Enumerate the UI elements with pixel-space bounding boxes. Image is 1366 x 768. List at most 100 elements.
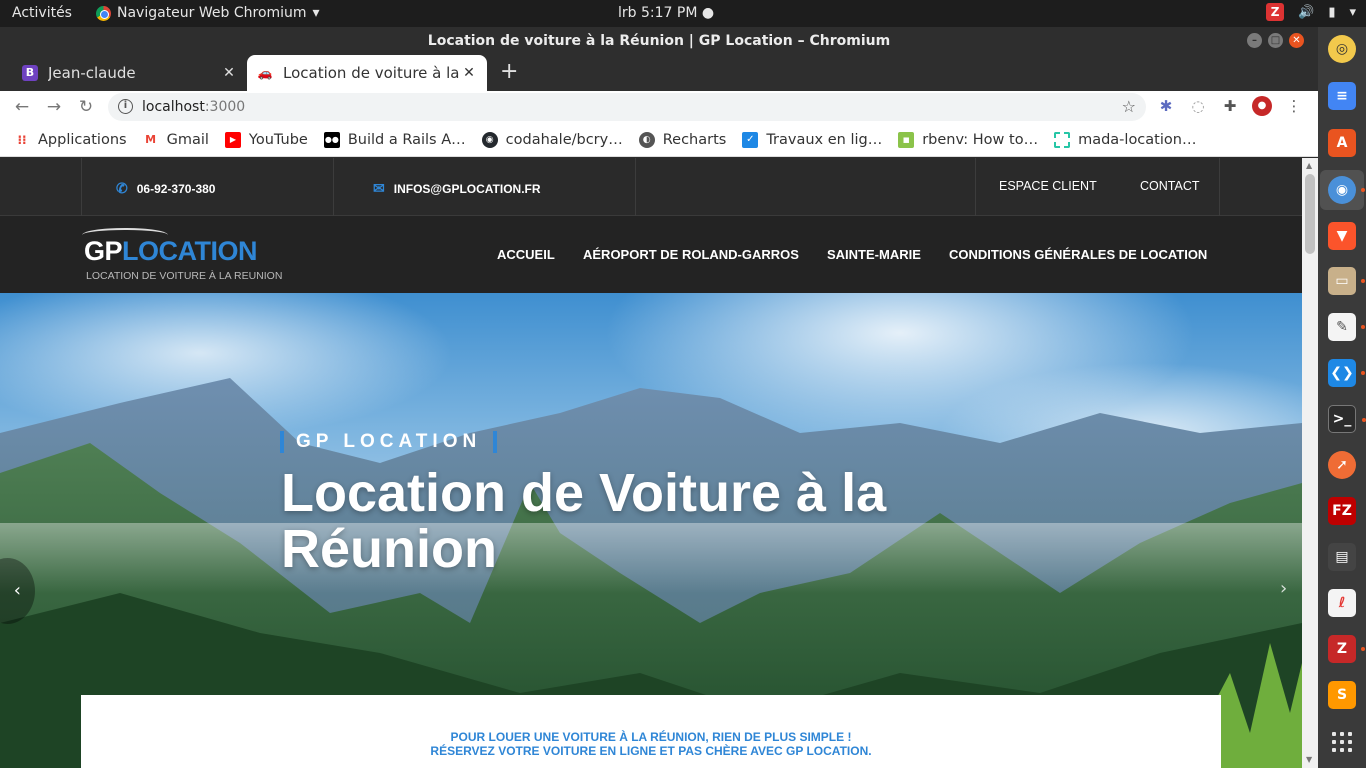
info-icon[interactable]: i [118, 99, 133, 114]
docs-icon[interactable]: ≡ [1328, 82, 1356, 110]
bookmark-applications[interactable]: ⁝⁝ Applications [14, 132, 126, 148]
globe-icon: ◐ [638, 131, 655, 148]
phone-icon: ✆ [116, 180, 128, 196]
intro-line-1: POUR LOUER UNE VOITURE À LA RÉUNION, RIE… [450, 730, 852, 744]
car-icon: 🚗 [257, 66, 273, 80]
bookmark-star-icon[interactable]: ☆ [1122, 97, 1136, 116]
bookmark-youtube[interactable]: ▶ YouTube [224, 131, 308, 148]
phone-contact[interactable]: ✆ 06-92-370-380 [116, 180, 215, 197]
tab-label: Location de voiture à la Réunion [283, 64, 461, 82]
bookmark-build-rails[interactable]: ●● Build a Rails A… [323, 131, 466, 148]
chevron-down-icon[interactable]: ▾ [1349, 5, 1356, 20]
espace-client-link[interactable]: ESPACE CLIENT [999, 179, 1097, 193]
intro-panel: POUR LOUER UNE VOITURE À LA RÉUNION, RIE… [81, 695, 1221, 768]
page-icon [1054, 131, 1071, 148]
sublime-icon[interactable]: S [1328, 681, 1356, 709]
bookmark-travaux[interactable]: ✓ Travaux en lig… [742, 131, 882, 148]
activities-button[interactable]: Activités [12, 5, 72, 21]
gmail-icon: M [145, 132, 157, 146]
bookmark-gmail[interactable]: M Gmail [143, 132, 209, 148]
files-icon[interactable]: ▭ [1328, 267, 1365, 295]
minimize-button[interactable]: – [1247, 33, 1262, 48]
tab-gp-location[interactable]: 🚗 Location de voiture à la Réunion ✕ [247, 55, 487, 91]
scroll-up-arrow[interactable]: ▲ [1306, 161, 1312, 170]
url-text[interactable]: localhost:3000 [142, 99, 245, 115]
system-tray[interactable]: Z 🔊 ▮ ▾ [1266, 3, 1356, 21]
filezilla-icon[interactable]: FZ [1328, 497, 1356, 525]
bookmark-codahale[interactable]: ◉ codahale/bcry… [481, 131, 623, 148]
chromium-icon [96, 5, 111, 21]
menu-accueil[interactable]: ACCUEIL [497, 247, 555, 262]
medium-icon: ●● [323, 131, 340, 148]
app-menu-label: Navigateur Web Chromium [117, 5, 307, 21]
ubuntu-dock: ◎ ≡ A ◉ ▼ ▭ ✎ ❮❯ >_ ➚ FZ ▤ ℓ Z S [1318, 27, 1366, 768]
battery-icon[interactable]: ▮ [1328, 5, 1335, 20]
site-navigation: GPLOCATION LOCATION DE VOITURE À LA REUN… [0, 216, 1302, 293]
close-tab-icon[interactable]: ✕ [461, 65, 477, 81]
bookmark-mada-location[interactable]: mada-location… [1054, 131, 1196, 148]
menu-conditions[interactable]: CONDITIONS GÉNÉRALES DE LOCATION [949, 247, 1207, 262]
scroll-down-arrow[interactable]: ▼ [1306, 755, 1312, 764]
brave-icon[interactable]: ▼ [1328, 222, 1356, 250]
zeal-icon[interactable]: Z [1328, 635, 1365, 663]
zeal-tray-icon[interactable]: Z [1266, 3, 1285, 21]
hero-title: Location de Voiture à la Réunion [281, 463, 887, 579]
hero-kicker: GP LOCATION [280, 431, 498, 453]
bookmarks-bar: ⁝⁝ Applications M Gmail ▶ YouTube ●● Build a… [0, 123, 1318, 157]
postman-icon[interactable]: ➚ [1328, 451, 1356, 479]
menu-sainte-marie[interactable]: SAINTE-MARIE [827, 247, 921, 262]
envelope-icon: ✉ [373, 180, 385, 196]
menu-aeroport[interactable]: AÉROPORT DE ROLAND-GARROS [583, 247, 799, 262]
app-menu[interactable]: Navigateur Web Chromium ▾ [96, 5, 320, 21]
github-icon: ◉ [481, 131, 498, 148]
text-editor-icon[interactable]: ✎ [1328, 313, 1365, 341]
new-tab-button[interactable]: + [500, 60, 518, 84]
video-editor-icon[interactable]: ▤ [1328, 543, 1356, 571]
extensions-menu-icon[interactable]: ✚ [1220, 96, 1240, 116]
window-title-bar: Location de voiture à la Réunion | GP Lo… [0, 27, 1318, 55]
address-bar[interactable]: i localhost:3000 ☆ [108, 93, 1146, 121]
browser-toolbar: ← → ↻ i localhost:3000 ☆ ✱ ◌ ✚ ● ⋮ [0, 91, 1318, 123]
reload-icon[interactable]: ↻ [76, 97, 96, 117]
tab-label: Jean-claude [48, 64, 136, 82]
flag-icon: ✓ [742, 131, 759, 148]
show-applications-icon[interactable] [1332, 732, 1352, 752]
window-title: Location de voiture à la Réunion | GP Lo… [427, 33, 891, 49]
bookmark-recharts[interactable]: ◐ Recharts [638, 131, 726, 148]
contact-link[interactable]: CONTACT [1140, 179, 1200, 193]
maximize-button[interactable]: □ [1268, 33, 1283, 48]
kebab-menu-icon[interactable]: ⋮ [1284, 96, 1304, 116]
extension-puzzle-icon[interactable]: ✱ [1156, 96, 1176, 116]
page-viewport: ✆ 06-92-370-380 ✉ INFOS@GPLOCATION.FR ES… [0, 158, 1302, 768]
chromium-icon[interactable]: ◉ [1328, 176, 1365, 204]
back-arrow-icon[interactable]: ← [12, 97, 32, 117]
scrollbar-thumb[interactable] [1305, 174, 1315, 254]
tab-jean-claude[interactable]: B Jean-claude ✕ [12, 55, 247, 91]
logo-tagline: LOCATION DE VOITURE À LA REUNION [86, 270, 283, 282]
profile-avatar[interactable]: ● [1252, 96, 1272, 116]
volume-icon[interactable]: 🔊 [1298, 5, 1314, 20]
terminal-icon[interactable]: >_ [1328, 405, 1366, 433]
extension-icon[interactable]: ◌ [1188, 96, 1208, 116]
close-tab-icon[interactable]: ✕ [221, 65, 237, 81]
tab-strip: B Jean-claude ✕ 🚗 Location de voiture à … [0, 55, 1318, 91]
bookmark-rbenv[interactable]: ▪ rbenv: How to… [898, 131, 1038, 148]
forward-arrow-icon[interactable]: → [44, 97, 64, 117]
rhythmbox-icon[interactable]: ◎ [1328, 35, 1356, 63]
apps-grid-icon: ⁝⁝ [17, 132, 27, 147]
youtube-icon: ▶ [224, 131, 241, 148]
lin-icon[interactable]: ℓ [1328, 589, 1356, 617]
system-top-bar: Activités Navigateur Web Chromium ▾ lrb … [0, 0, 1366, 27]
close-window-button[interactable]: ✕ [1289, 33, 1304, 48]
rbenv-icon: ▪ [898, 131, 915, 148]
vscode-icon[interactable]: ❮❯ [1328, 359, 1365, 387]
site-logo[interactable]: GPLOCATION LOCATION DE VOITURE À LA REUN… [80, 228, 310, 282]
intro-line-2: RÉSERVEZ VOTRE VOITURE EN LIGNE ET PAS C… [430, 744, 872, 758]
email-contact[interactable]: ✉ INFOS@GPLOCATION.FR [373, 180, 541, 197]
slider-next-button[interactable]: › [1280, 578, 1287, 599]
page-scrollbar[interactable]: ▲ ▼ [1302, 158, 1318, 768]
site-top-bar: ✆ 06-92-370-380 ✉ INFOS@GPLOCATION.FR ES… [0, 158, 1302, 216]
clock[interactable]: lrb 5:17 PM ● [618, 5, 714, 21]
software-center-icon[interactable]: A [1328, 129, 1356, 157]
chevron-down-icon: ▾ [312, 5, 320, 21]
